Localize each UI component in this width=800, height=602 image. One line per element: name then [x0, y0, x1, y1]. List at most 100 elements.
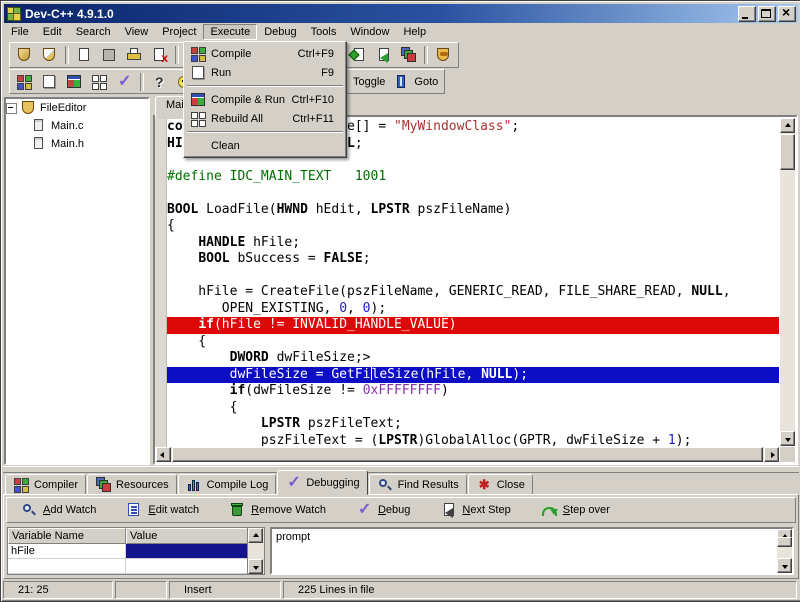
menubar-item-view[interactable]: View	[118, 24, 156, 40]
tree-collapse-icon[interactable]	[6, 103, 17, 114]
layers-button[interactable]	[396, 44, 421, 66]
tab-compiler[interactable]: Compiler	[5, 474, 86, 495]
tree-item-main-h[interactable]: Main.h	[6, 135, 148, 153]
scroll-down-arrow-icon[interactable]	[248, 559, 263, 574]
menubar-item-debug[interactable]: Debug	[257, 24, 303, 40]
scroll-down-arrow-icon[interactable]	[777, 558, 792, 573]
menubar-item-file[interactable]: File	[4, 24, 36, 40]
menu-item-compile-run[interactable]: Compile & RunCtrl+F10	[186, 90, 344, 109]
compile-run-button[interactable]	[62, 71, 87, 93]
save-button[interactable]	[97, 44, 122, 66]
menu-item-run[interactable]: RunF9	[186, 63, 344, 82]
scroll-right-arrow-icon[interactable]	[764, 447, 779, 462]
breakpoint-line[interactable]: if(hFile != INVALID_HANDLE_VALUE)	[167, 317, 779, 334]
watch-value-cell[interactable]	[126, 559, 248, 574]
tab-debugging[interactable]: Debugging	[277, 470, 367, 495]
watch-variable-cell[interactable]: hFile	[8, 544, 126, 559]
code-line[interactable]: pszFileText = (LPSTR)GlobalAlloc(GPTR, d…	[167, 433, 779, 447]
close-file-button[interactable]	[147, 44, 172, 66]
code-line[interactable]: #define IDC_MAIN_TEXT 1001	[167, 169, 779, 186]
goto-line-button[interactable]	[371, 44, 396, 66]
rebuild-grid-button[interactable]	[87, 71, 112, 93]
code-line[interactable]: hFile = CreateFile(pszFileName, GENERIC_…	[167, 284, 779, 301]
code-line[interactable]: BOOL LoadFile(HWND hEdit, LPSTR pszFileN…	[167, 202, 779, 219]
menubar-item-search[interactable]: Search	[69, 24, 118, 40]
watch-variable-cell[interactable]	[8, 559, 126, 574]
code-line[interactable]: LPSTR pszFileText;	[167, 416, 779, 433]
tab-resources[interactable]: Resources	[87, 474, 177, 495]
project-browser: FileEditorMain.cMain.h	[4, 97, 150, 465]
run-square-button[interactable]	[37, 71, 62, 93]
tab-close[interactable]: Close	[468, 474, 533, 495]
editor-vertical-scrollbar[interactable]	[780, 118, 795, 446]
tree-item-fileeditor[interactable]: FileEditor	[6, 99, 148, 117]
debug-button[interactable]: Debug	[356, 502, 410, 518]
menubar-item-project[interactable]: Project	[155, 24, 203, 40]
title-bar[interactable]: Dev-C++ 4.9.1.0	[4, 4, 798, 23]
watch-value-cell[interactable]	[126, 544, 248, 559]
editor-horizontal-scrollbar[interactable]	[156, 447, 779, 462]
code-line[interactable]	[167, 268, 779, 285]
open-shield-button[interactable]	[37, 44, 62, 66]
tab-compile-log[interactable]: Compile Log	[178, 474, 277, 495]
debug-check-button[interactable]	[112, 71, 137, 93]
compile-grid-button[interactable]	[12, 71, 37, 93]
code-line[interactable]: if(dwFileSize != 0xFFFFFFFF)	[167, 383, 779, 400]
edit-watch-button[interactable]: Edit watch	[126, 502, 199, 518]
tab-label: Close	[497, 479, 525, 491]
add-watch-button[interactable]: Add Watch	[21, 502, 96, 518]
app-icon[interactable]	[7, 7, 21, 21]
code-line[interactable]: HANDLE hFile;	[167, 235, 779, 252]
menubar-item-execute[interactable]: Execute	[203, 24, 257, 40]
menu-item-label: Run	[211, 67, 321, 79]
scroll-up-arrow-icon[interactable]	[780, 118, 795, 133]
scroll-down-arrow-icon[interactable]	[780, 431, 795, 446]
code-line[interactable]: OPEN_EXISTING, 0, 0);	[167, 301, 779, 318]
menu-item-compile[interactable]: CompileCtrl+F9	[186, 44, 344, 63]
tab-find-results[interactable]: Find Results	[369, 474, 467, 495]
dev-shield-button[interactable]	[12, 44, 37, 66]
menubar-item-help[interactable]: Help	[396, 24, 433, 40]
code-line[interactable]: DWORD dwFileSize;>	[167, 350, 779, 367]
remove-watch-button[interactable]: Remove Watch	[229, 502, 326, 518]
scroll-left-arrow-icon[interactable]	[156, 447, 171, 462]
code-line[interactable]: {	[167, 218, 779, 235]
goto-button[interactable]: Goto	[389, 71, 442, 93]
menubar-item-tools[interactable]: Tools	[304, 24, 344, 40]
menu-item-shortcut: Ctrl+F9	[298, 48, 342, 60]
watch-row[interactable]	[8, 559, 264, 574]
maximize-button[interactable]	[758, 6, 776, 22]
tree-item-main-c[interactable]: Main.c	[6, 117, 148, 135]
menubar-item-window[interactable]: Window	[343, 24, 396, 40]
watch-row[interactable]: hFile	[8, 544, 264, 559]
current-execution-line[interactable]: dwFileSize = GetFileSize(hFile, NULL);	[167, 367, 779, 384]
horizontal-scroll-thumb[interactable]	[172, 447, 763, 462]
insert-page-button[interactable]	[346, 44, 371, 66]
print-color-button[interactable]	[122, 44, 147, 66]
code-line[interactable]: {	[167, 400, 779, 417]
code-line[interactable]: {	[167, 334, 779, 351]
about-badge-button[interactable]	[431, 44, 456, 66]
menu-item-rebuild-all[interactable]: Rebuild AllCtrl+F11	[186, 109, 344, 128]
editor-gutter[interactable]	[155, 117, 167, 447]
scroll-up-arrow-icon[interactable]	[248, 528, 263, 543]
menu-item-clean[interactable]: Clean	[186, 136, 344, 155]
code-editor[interactable]: const char g_szClassName[] = "MyWindowCl…	[153, 115, 798, 465]
help-button[interactable]	[147, 71, 172, 93]
output-scrollbar[interactable]	[777, 529, 792, 573]
minimize-button[interactable]	[738, 6, 756, 22]
button-label: Add Watch	[43, 504, 96, 516]
code-area[interactable]: const char g_szClassName[] = "MyWindowCl…	[167, 119, 779, 446]
close-button[interactable]	[778, 6, 796, 22]
code-line[interactable]: BOOL bSuccess = FALSE;	[167, 251, 779, 268]
debug-output-panel[interactable]: prompt	[270, 527, 794, 575]
window-title: Dev-C++ 4.9.1.0	[25, 7, 736, 21]
step-over-button[interactable]: Step over	[541, 502, 610, 518]
menubar-item-edit[interactable]: Edit	[36, 24, 69, 40]
next-step-button[interactable]: Next Step	[440, 502, 510, 518]
code-line[interactable]	[167, 185, 779, 202]
watch-scrollbar[interactable]	[247, 528, 264, 574]
vertical-scroll-thumb[interactable]	[780, 134, 795, 170]
vertical-scroll-thumb[interactable]	[777, 537, 792, 547]
new-file-button[interactable]	[72, 44, 97, 66]
